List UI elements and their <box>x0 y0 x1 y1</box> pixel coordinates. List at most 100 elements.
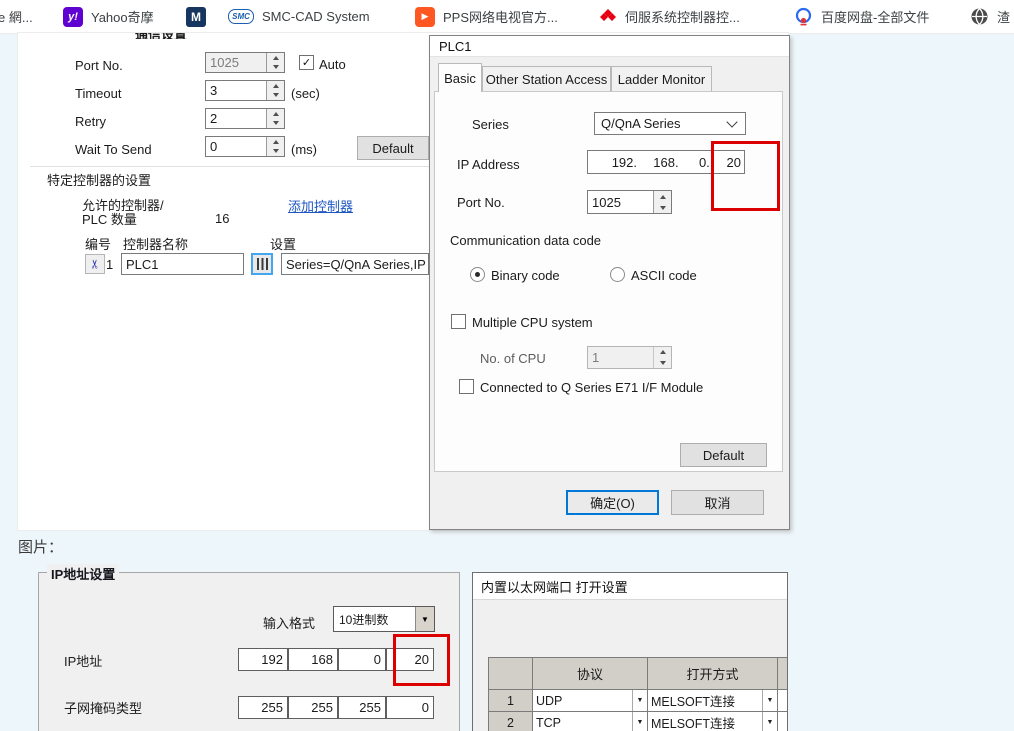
port-no-spinner[interactable] <box>653 191 671 213</box>
dropdown-arrow-icon[interactable]: ▼ <box>415 607 434 631</box>
controller-setting-button[interactable] <box>251 253 273 275</box>
retry-field[interactable]: 2 <box>205 108 285 129</box>
dropdown-arrow-icon[interactable]: ▼ <box>762 712 777 731</box>
default-button-underlying[interactable]: Default <box>357 136 429 160</box>
cell-partial <box>778 712 788 731</box>
bookmark-label: e 網... <box>0 7 33 26</box>
bookmarks-bar: e 網... y! Yahoo奇摩 M SMC SMC-CAD System ▶… <box>0 0 1014 34</box>
clipped-group-title: 通信设置 <box>135 33 195 39</box>
multiple-cpu-checkbox[interactable] <box>451 314 466 329</box>
page: e 網... y! Yahoo奇摩 M SMC SMC-CAD System ▶… <box>0 0 1014 731</box>
timeout-field[interactable]: 3 <box>205 80 285 101</box>
input-format-label: 输入格式 <box>263 613 315 632</box>
dropdown-arrow-icon[interactable]: ▼ <box>632 690 647 711</box>
ip-address-label: IP Address <box>457 157 520 172</box>
no-of-cpu-spinner[interactable] <box>653 347 671 368</box>
bookmark-partial[interactable]: e 網... <box>0 0 33 33</box>
wait-to-send-field[interactable]: 0 <box>205 136 285 157</box>
bookmark-m[interactable]: M <box>186 0 214 33</box>
retry-spinner[interactable] <box>266 109 284 128</box>
header-partial <box>778 658 788 690</box>
default-button[interactable]: Default <box>680 443 767 467</box>
port-no-field[interactable]: 1025 <box>205 52 285 73</box>
port-no-field[interactable]: 1025 <box>587 190 672 214</box>
cancel-button[interactable]: 取消 <box>671 490 764 515</box>
port-no-label: Port No. <box>457 195 505 210</box>
ip-octet-1[interactable]: 192 <box>238 648 288 671</box>
input-format-combo[interactable]: 10进制数 ▼ <box>333 606 435 632</box>
auto-checkbox[interactable]: ✓ <box>299 55 314 70</box>
header-protocol: 协议 <box>533 658 648 690</box>
open-method-combo[interactable]: MELSOFT连接▼ <box>648 690 778 712</box>
tab-other-station-access[interactable]: Other Station Access <box>482 66 611 92</box>
column-setting-header: 设置 <box>270 234 296 253</box>
wait-to-send-spinner[interactable] <box>266 137 284 156</box>
tab-ladder-monitor[interactable]: Ladder Monitor <box>611 66 712 92</box>
dialog-title: PLC1 <box>430 36 789 57</box>
controller-name-field[interactable]: PLC1 <box>121 253 244 275</box>
table-row: 1 UDP▼ MELSOFT连接▼ <box>489 690 788 712</box>
timeout-unit: (sec) <box>291 86 320 101</box>
bookmark-servo[interactable]: 伺服系统控制器控... <box>599 0 740 33</box>
baidu-netdisk-icon <box>794 7 813 26</box>
dropdown-arrow-icon[interactable]: ▼ <box>632 712 647 731</box>
header-blank <box>489 658 533 690</box>
comm-data-code-label: Communication data code <box>450 233 601 248</box>
bookmark-label: PPS网络电视官方... <box>443 7 558 26</box>
bookmark-cut[interactable]: 渣 <box>970 0 1010 33</box>
bookmark-label: SMC-CAD System <box>262 9 370 24</box>
picture-label: 图片： <box>18 536 63 557</box>
ip-settings-group: IP地址设置 输入格式 10进制数 ▼ IP地址 192 168 0 20 子网… <box>38 572 460 731</box>
bookmark-label: 渣 <box>997 7 1010 26</box>
ip-octet-3[interactable]: 0 <box>338 648 386 671</box>
bookmark-label: Yahoo奇摩 <box>91 7 154 26</box>
binary-code-radio[interactable] <box>470 267 485 282</box>
delete-controller-button[interactable]: ✂ <box>85 254 105 274</box>
timeout-spinner[interactable] <box>266 81 284 100</box>
connected-e71-checkbox[interactable] <box>459 379 474 394</box>
bookmark-baidu-pan[interactable]: 百度网盘-全部文件 <box>794 0 929 33</box>
ip-octet-2[interactable]: 168 <box>288 648 338 671</box>
specific-controllers-heading: 特定控制器的设置 <box>47 170 151 189</box>
allowed-controllers-value: 16 <box>215 211 229 226</box>
ok-button[interactable]: 确定(O) <box>566 490 659 515</box>
series-combo[interactable]: Q/QnA Series <box>594 112 746 135</box>
ascii-code-label: ASCII code <box>631 268 697 283</box>
tab-basic[interactable]: Basic <box>438 63 482 92</box>
mask-octet-3[interactable]: 255 <box>338 696 386 719</box>
open-method-combo[interactable]: MELSOFT连接▼ <box>648 712 778 731</box>
protocol-combo[interactable]: UDP▼ <box>533 690 648 712</box>
port-no-spinner[interactable] <box>266 53 284 72</box>
no-of-cpu-field[interactable]: 1 <box>587 346 672 369</box>
sliders-icon <box>257 258 268 270</box>
column-no-header: 编号 <box>85 234 111 253</box>
annotation-highlight-ip-octet <box>393 634 450 686</box>
bookmark-yahoo[interactable]: y! Yahoo奇摩 <box>63 0 154 33</box>
controller-setting-field[interactable]: Series=Q/QnA Series,IP Ad <box>281 253 429 275</box>
mask-octet-4[interactable]: 0 <box>386 696 434 719</box>
header-open-method: 打开方式 <box>648 658 778 690</box>
series-label: Series <box>472 117 509 132</box>
multiple-cpu-label: Multiple CPU system <box>472 315 593 330</box>
column-name-header: 控制器名称 <box>123 234 188 253</box>
subnet-mask-label: 子网掩码类型 <box>64 698 142 717</box>
cell-partial <box>778 690 788 712</box>
wait-unit: (ms) <box>291 142 317 157</box>
controller-row-number: 1 <box>106 257 113 272</box>
scissors-icon: ✂ <box>89 259 101 269</box>
mask-octet-1[interactable]: 255 <box>238 696 288 719</box>
bookmark-pps[interactable]: ▶ PPS网络电视官方... <box>415 0 558 33</box>
row-number: 1 <box>489 690 533 712</box>
add-controller-link[interactable]: 添加控制器 <box>288 196 353 215</box>
wait-to-send-label: Wait To Send <box>75 142 152 157</box>
dropdown-arrow-icon[interactable]: ▼ <box>762 690 777 711</box>
binary-code-label: Binary code <box>491 268 560 283</box>
no-of-cpu-label: No. of CPU <box>480 351 546 366</box>
ethernet-open-settings-table: 协议 打开方式 1 UDP▼ MELSOFT连接▼ 2 TCP▼ <box>488 657 788 731</box>
bookmark-smc-cad[interactable]: SMC SMC-CAD System <box>228 0 370 33</box>
mask-octet-2[interactable]: 255 <box>288 696 338 719</box>
protocol-combo[interactable]: TCP▼ <box>533 712 648 731</box>
port-no-label: Port No. <box>75 58 123 73</box>
ascii-code-radio[interactable] <box>610 267 625 282</box>
group-divider <box>30 166 429 167</box>
